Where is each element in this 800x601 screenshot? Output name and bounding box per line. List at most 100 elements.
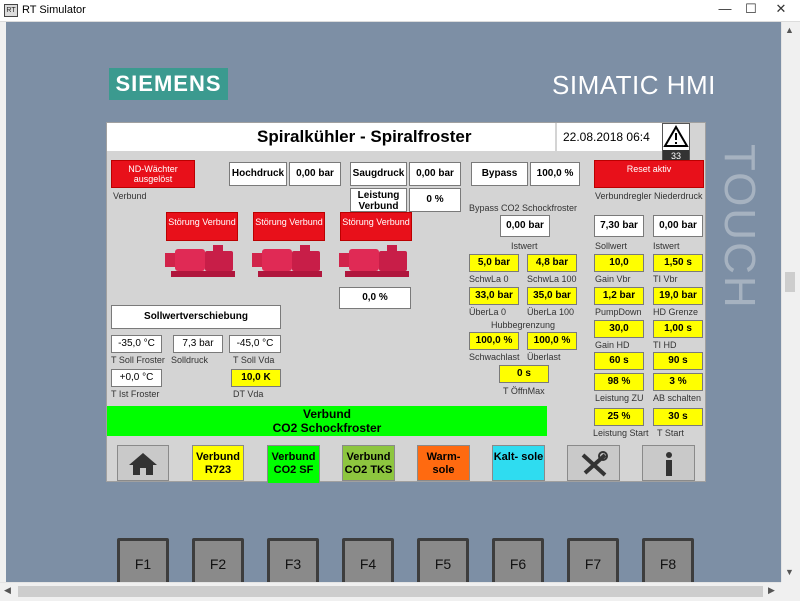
schwla100-value[interactable]: 4,8 bar — [527, 254, 577, 272]
ueberla100-value[interactable]: 35,0 bar — [527, 287, 577, 305]
nav-verbund-co2-sf[interactable]: Verbund CO2 SF — [267, 445, 320, 483]
schwachlast-label: Schwachlast — [469, 352, 520, 362]
t-start-value[interactable]: 30 s — [653, 408, 703, 426]
status-banner: Verbund CO2 Schockfroster — [107, 406, 547, 436]
ab-schalten-value[interactable]: 3 % — [653, 373, 703, 391]
nav-verbund-co2-tks[interactable]: Verbund CO2 TKS — [342, 445, 395, 481]
hmi-screen: Spiralkühler - Spiralfroster 22.08.2018 … — [106, 122, 706, 483]
schwachlast-value[interactable]: 100,0 % — [469, 332, 519, 350]
verbund-label: Verbund — [113, 191, 147, 201]
t-soll-froster-value: -35,0 °C — [111, 335, 162, 353]
maximize-button[interactable]: ☐ — [738, 0, 764, 20]
reset-button[interactable]: Reset aktiv — [594, 160, 704, 188]
gain-vbr-value[interactable]: 10,0 — [594, 254, 644, 272]
t-soll-vda-value: -45,0 °C — [229, 335, 281, 353]
app-icon: RT — [4, 4, 18, 17]
hd-grenze-value[interactable]: 19,0 bar — [653, 287, 703, 305]
close-button[interactable]: ✕ — [764, 0, 798, 20]
pumpdown-label: PumpDown — [595, 307, 642, 317]
horizontal-scrollbar[interactable]: ◀ ▶ — [0, 582, 781, 599]
ti-vbr-value[interactable]: 1,50 s — [653, 254, 703, 272]
bypass-value: 100,0 % — [530, 162, 580, 186]
t-oeffnmax-value[interactable]: 0 s — [499, 365, 549, 383]
t-soll-vda-label: T Soll Vda — [233, 355, 275, 365]
scroll-left-icon[interactable]: ◀ — [4, 585, 11, 596]
ueberlast-value[interactable]: 100,0 % — [527, 332, 577, 350]
pump-icon — [252, 245, 322, 277]
warning-icon — [663, 125, 689, 147]
nav-kaltsole[interactable]: Kalt- sole — [492, 445, 545, 481]
hochdruck-label: Hochdruck — [229, 162, 287, 186]
hochdruck-value: 0,00 bar — [289, 162, 341, 186]
settings-button[interactable] — [567, 445, 620, 481]
saugdruck-label: Saugdruck — [350, 162, 407, 186]
leistung-zu-value[interactable]: 98 % — [594, 373, 644, 391]
ab-schalten-label: AB schalten — [653, 393, 702, 403]
t-start-label: T Start — [657, 428, 684, 438]
schwla100-label: SchwLa 100 — [527, 274, 577, 284]
ti-vbr-label: TI Vbr — [653, 274, 678, 284]
banner-line-2: CO2 Schockfroster — [272, 421, 382, 435]
istwert-label: Istwert — [653, 241, 680, 251]
ueberla0-label: ÜberLa 0 — [469, 307, 507, 317]
alarm-indicator[interactable]: 33 — [662, 123, 690, 163]
info-button[interactable] — [642, 445, 695, 481]
pumpdown-value[interactable]: 1,2 bar — [594, 287, 644, 305]
simatic-label: SIMATIC HMI — [552, 70, 716, 100]
dt-vda-value[interactable]: 10,0 K — [231, 369, 281, 387]
datetime-display: 22.08.2018 06:4 — [557, 123, 662, 151]
vertical-scrollbar[interactable]: ▲ ▼ — [781, 22, 798, 582]
ueberlast-label: Überlast — [527, 352, 561, 362]
scroll-up-icon[interactable]: ▲ — [785, 25, 794, 35]
nd-waechter-alarm: ND-Wächter ausgelöst — [111, 160, 195, 188]
pump-output-value: 0,0 % — [339, 287, 411, 309]
bypass-istwert-value: 0,00 bar — [500, 215, 550, 237]
solldruck-label: Solldruck — [171, 355, 209, 365]
gain-vbr-label: Gain Vbr — [595, 274, 631, 284]
bypass-istwert-label: Istwert — [511, 241, 538, 251]
scroll-down-icon[interactable]: ▼ — [785, 567, 794, 577]
timer-2-value[interactable]: 90 s — [653, 352, 703, 370]
home-button[interactable] — [117, 445, 169, 481]
window-titlebar: RT RT Simulator — ☐ ✕ — [0, 0, 800, 22]
schwla0-label: SchwLa 0 — [469, 274, 509, 284]
timer-1-value[interactable]: 60 s — [594, 352, 644, 370]
vertical-scroll-thumb[interactable] — [785, 272, 795, 292]
pump-icon — [165, 245, 235, 277]
t-ist-froster-value: +0,0 °C — [111, 369, 162, 387]
window-title: RT Simulator — [22, 4, 86, 16]
stoerung-pump-1: Störung Verbund — [166, 212, 238, 241]
gain-hd-value[interactable]: 30,0 — [594, 320, 644, 338]
ueberla0-value[interactable]: 33,0 bar — [469, 287, 519, 305]
stoerung-pump-3: Störung Verbund — [340, 212, 412, 241]
bypass-label: Bypass — [471, 162, 528, 186]
ti-hd-label: TI HD — [653, 340, 677, 350]
schwla0-value[interactable]: 5,0 bar — [469, 254, 519, 272]
home-icon — [129, 453, 157, 475]
sollwertverschiebung-button[interactable]: Sollwertverschiebung — [111, 305, 281, 329]
leistung-verbund-label: Leistung Verbund — [350, 188, 407, 212]
bypass-co2-label: Bypass CO2 Schockfroster — [469, 203, 578, 213]
gain-hd-label: Gain HD — [595, 340, 630, 350]
scroll-right-icon[interactable]: ▶ — [768, 585, 775, 596]
page-title: Spiralkühler - Spiralfroster — [107, 123, 555, 151]
minimize-button[interactable]: — — [712, 0, 738, 20]
sollwert-label: Sollwert — [595, 241, 628, 251]
info-person-icon — [665, 452, 672, 476]
leistung-zu-label: Leistung ZU — [595, 393, 644, 403]
solldruck-value: 7,3 bar — [173, 335, 223, 353]
horizontal-scroll-thumb[interactable] — [18, 586, 763, 597]
nav-warmsole[interactable]: Warm- sole — [417, 445, 470, 481]
siemens-logo: SIEMENS — [109, 68, 228, 100]
stoerung-pump-2: Störung Verbund — [253, 212, 325, 241]
pump-icon — [339, 245, 409, 277]
ti-hd-value[interactable]: 1,00 s — [653, 320, 703, 338]
t-oeffnmax-label: T ÖffnMax — [503, 386, 545, 396]
leistung-start-value[interactable]: 25 % — [594, 408, 644, 426]
hd-grenze-label: HD Grenze — [653, 307, 699, 317]
nav-verbund-r723[interactable]: Verbund R723 — [192, 445, 244, 481]
leistung-start-label: Leistung Start — [593, 428, 649, 438]
dt-vda-label: DT Vda — [233, 389, 264, 399]
ueberla100-label: ÜberLa 100 — [527, 307, 575, 317]
saugdruck-value: 0,00 bar — [409, 162, 461, 186]
